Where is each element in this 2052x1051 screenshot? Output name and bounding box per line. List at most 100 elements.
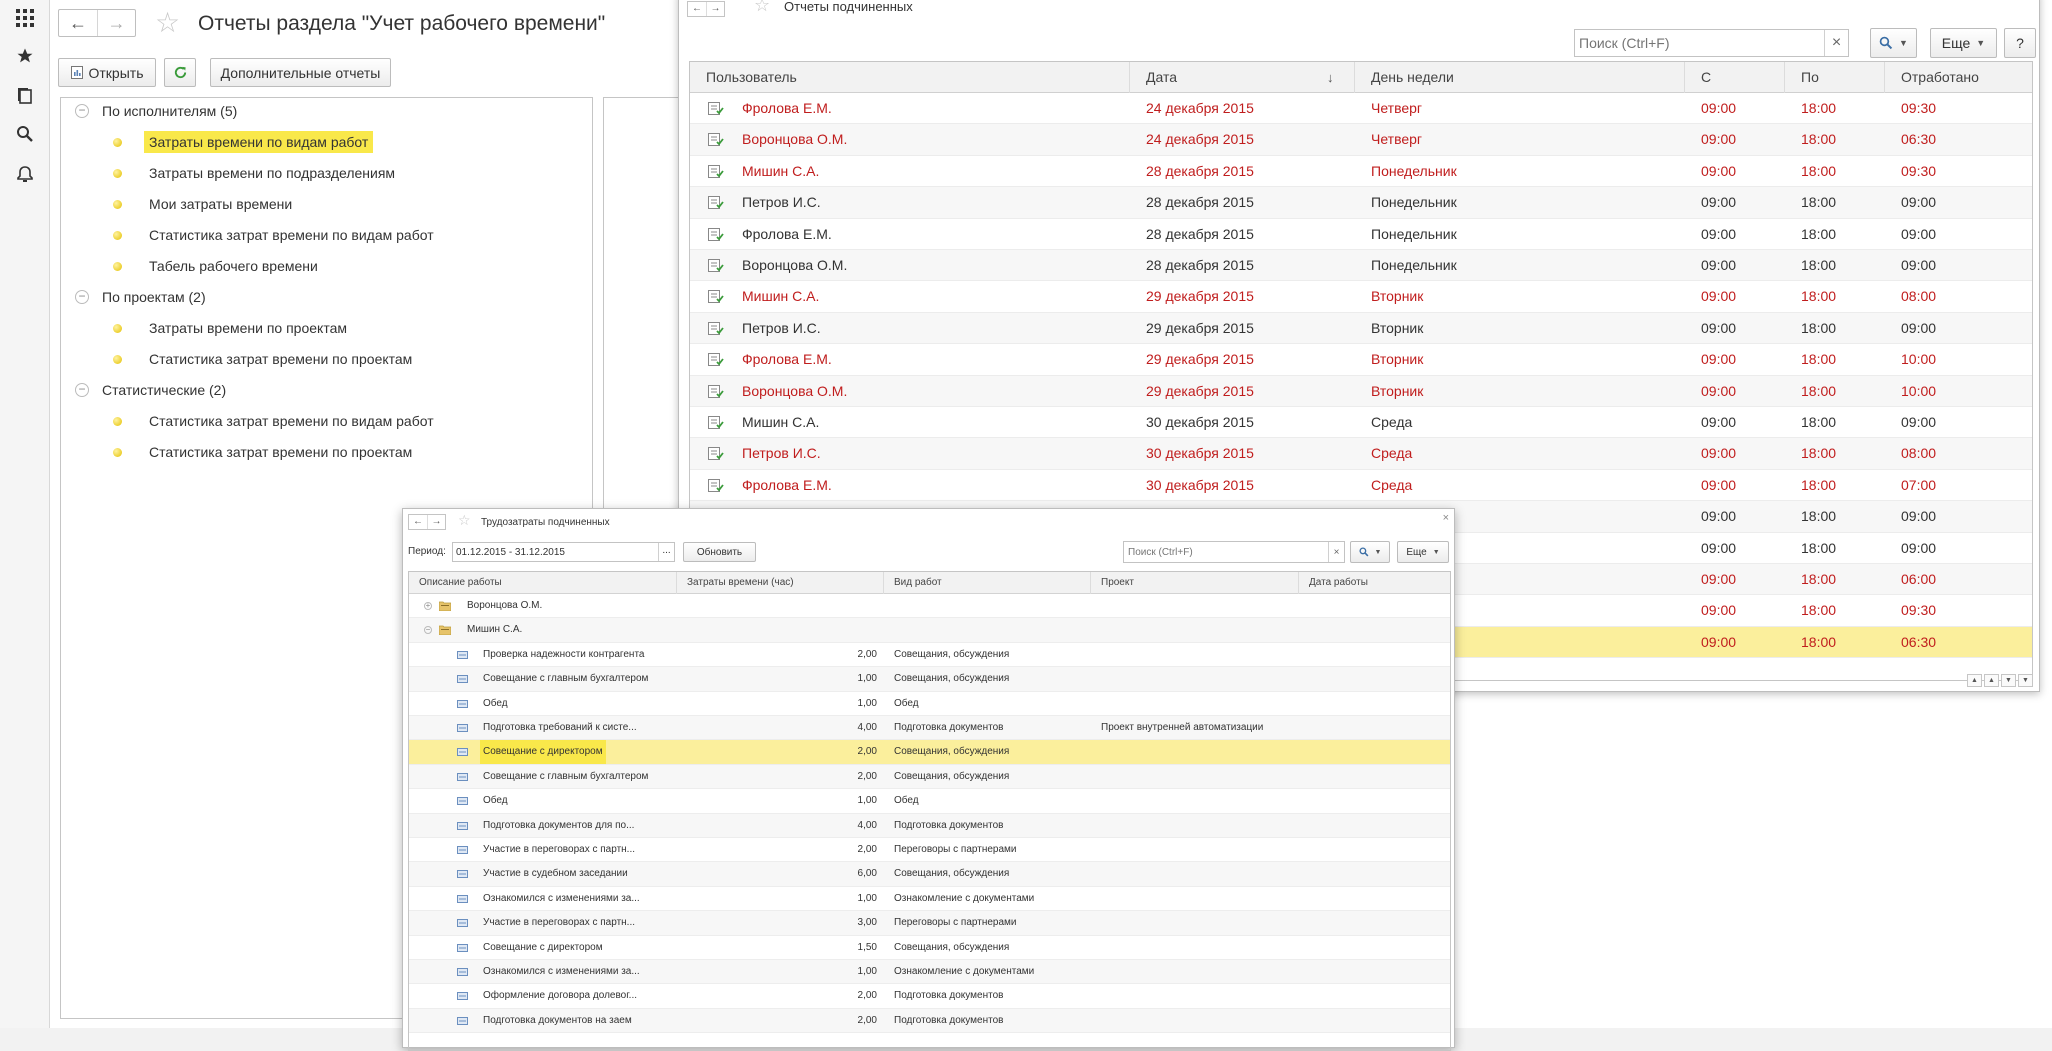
table-row[interactable]: Петров И.С. 29 декабря 2015 Вторник 09:00 18…: [690, 312, 2032, 345]
table-row[interactable]: Проверка надежности контрагента 2,00 Совещ…: [409, 643, 1450, 668]
additional-reports-button[interactable]: Дополнительные отчеты: [210, 58, 391, 87]
search-field[interactable]: ×: [1123, 541, 1345, 563]
search-button[interactable]: ▼: [1870, 28, 1917, 58]
column-header[interactable]: Пользователь: [690, 62, 1130, 93]
tree-item-label: Статистика затрат времени по видам работ: [149, 413, 434, 429]
table-row[interactable]: Участие в судебном заседании 6,00 Совещани…: [409, 862, 1450, 887]
sort-arrow-icon[interactable]: ↓: [1327, 62, 1334, 93]
table-row[interactable]: Участие в переговорах с партн... 3,00 Пере…: [409, 911, 1450, 936]
favorite-star-icon[interactable]: ☆: [458, 513, 471, 527]
collapse-icon[interactable]: −: [75, 104, 89, 118]
table-row[interactable]: Фролова Е.М. 29 декабря 2015 Вторник 09:00 1…: [690, 344, 2032, 376]
collapse-icon[interactable]: −: [75, 290, 89, 304]
scroll-top-icon[interactable]: ▲: [1967, 674, 1982, 687]
search-button[interactable]: ▼: [1350, 541, 1390, 563]
column-header[interactable]: День недели: [1355, 62, 1685, 93]
more-button[interactable]: Еще ▼: [1397, 541, 1449, 563]
column-header[interactable]: Проект: [1091, 572, 1299, 594]
search-field[interactable]: ×: [1574, 29, 1849, 57]
history-icon[interactable]: [13, 84, 37, 108]
tree-item[interactable]: Затраты времени по видам работ: [113, 129, 374, 155]
tree-group[interactable]: − По исполнителям (5): [75, 98, 242, 124]
table-row[interactable]: Мишин С.А. 28 декабря 2015 Понедельник 09:0…: [690, 156, 2032, 188]
table-row[interactable]: Подготовка документов для по... 4,00 Подго…: [409, 813, 1450, 838]
search-input[interactable]: [1124, 542, 1328, 562]
table-row[interactable]: Совещание с главным бухгалтером 2,00 Совещ…: [409, 764, 1450, 790]
column-header[interactable]: Вид работ: [884, 572, 1091, 594]
table-row[interactable]: Ознакомился с изменениями за... 1,00 Ознак…: [409, 887, 1450, 912]
forward-arrow-icon[interactable]: →: [97, 10, 135, 36]
apps-grid-icon[interactable]: [13, 6, 37, 30]
group-row[interactable]: − Мишин С.А.: [409, 618, 1450, 643]
table-row[interactable]: Петров И.С. 28 декабря 2015 Понедельник 09:…: [690, 187, 2032, 219]
clear-icon[interactable]: ×: [1824, 30, 1848, 56]
tree-group[interactable]: − Статистические (2): [75, 377, 231, 403]
column-header[interactable]: Описание работы: [409, 572, 677, 594]
table-row[interactable]: Совещание с главным бухгалтером 1,00 Совещ…: [409, 667, 1450, 692]
favorites-icon[interactable]: [13, 44, 37, 68]
table-row[interactable]: Подготовка требований к систе... 4,00 Подг…: [409, 716, 1450, 741]
table-row[interactable]: Участие в переговорах с партн... 2,00 Пере…: [409, 838, 1450, 863]
notifications-icon[interactable]: [13, 162, 37, 186]
help-button[interactable]: ?: [2004, 28, 2036, 58]
column-header[interactable]: С: [1685, 62, 1785, 93]
favorite-star-icon[interactable]: ☆: [155, 9, 180, 37]
cell-date: 28 декабря 2015: [1146, 194, 1254, 211]
period-select-button[interactable]: ...: [658, 543, 674, 561]
table-row[interactable]: Воронцова О.М. 29 декабря 2015 Вторник 09:0…: [690, 375, 2032, 407]
column-header[interactable]: Затраты времени (час): [677, 572, 884, 594]
table-row[interactable]: Обед 1,00 Обед: [409, 789, 1450, 814]
more-button[interactable]: Еще ▼: [1930, 28, 1997, 58]
tree-item[interactable]: Статистика затрат времени по проектам: [113, 346, 417, 372]
table-row[interactable]: Совещание с директором 2,00 Совещания, обс…: [409, 740, 1450, 765]
back-arrow-icon[interactable]: ←: [688, 2, 706, 16]
group-row[interactable]: + Воронцова О.М.: [409, 594, 1450, 619]
table-row[interactable]: Воронцова О.М. 28 декабря 2015 Понедельник…: [690, 250, 2032, 282]
tree-item[interactable]: Статистика затрат времени по видам работ: [113, 222, 439, 248]
table-row[interactable]: Мишин С.А. 30 декабря 2015 Среда 09:00 18:00…: [690, 407, 2032, 439]
tree-group[interactable]: − По проектам (2): [75, 284, 211, 310]
table-row[interactable]: Подготовка документов на заем 2,00 Подгото…: [409, 1008, 1450, 1034]
table-row[interactable]: Воронцова О.М. 24 декабря 2015 Четверг 09:0…: [690, 124, 2032, 156]
tree-item[interactable]: Табель рабочего времени: [113, 253, 323, 279]
column-header[interactable]: Дата: [1130, 62, 1355, 93]
clear-icon[interactable]: ×: [1328, 542, 1344, 562]
back-arrow-icon[interactable]: ←: [59, 10, 97, 36]
search-input[interactable]: [1575, 30, 1824, 56]
search-icon[interactable]: [13, 122, 37, 146]
column-header[interactable]: По: [1785, 62, 1885, 93]
expand-icon[interactable]: +: [424, 602, 432, 610]
table-row[interactable]: Совещание с директором 1,50 Совещания, обс…: [409, 936, 1450, 960]
table-row[interactable]: Петров И.С. 30 декабря 2015 Среда 09:00 18:0…: [690, 438, 2032, 470]
collapse-icon[interactable]: −: [75, 383, 89, 397]
table-row[interactable]: Фролова Е.М. 24 декабря 2015 Четверг 09:00 1…: [690, 93, 2032, 125]
table-row[interactable]: Ознакомился с изменениями за... 1,00 Ознак…: [409, 960, 1450, 985]
scroll-down-icon[interactable]: ▼: [2001, 674, 2016, 687]
table-row[interactable]: Оформление договора долевог... 2,00 Подгот…: [409, 984, 1450, 1009]
scroll-up-icon[interactable]: ▲: [1984, 674, 1999, 687]
collapse-icon[interactable]: −: [424, 626, 432, 635]
column-header[interactable]: Дата работы: [1299, 572, 1450, 594]
column-header[interactable]: Отработано: [1885, 62, 2032, 93]
table-row[interactable]: Обед 1,00 Обед: [409, 692, 1450, 716]
table-row[interactable]: Фролова Е.М. 28 декабря 2015 Понедельник 09…: [690, 219, 2032, 250]
close-icon[interactable]: ×: [1443, 512, 1449, 524]
tree-item[interactable]: Затраты времени по проектам: [113, 315, 352, 341]
open-button[interactable]: Открыть: [58, 58, 156, 87]
tree-item[interactable]: Затраты времени по подразделениям: [113, 160, 400, 186]
cell-from: 09:00: [1701, 602, 1737, 619]
favorite-star-icon[interactable]: ☆: [754, 0, 770, 14]
record-icon: [457, 943, 468, 952]
forward-arrow-icon[interactable]: →: [427, 515, 445, 529]
tree-item[interactable]: Мои затраты времени: [113, 191, 297, 217]
period-field[interactable]: 01.12.2015 - 31.12.2015 ...: [452, 542, 675, 562]
table-row[interactable]: Фролова Е.М. 30 декабря 2015 Среда 09:00 18:…: [690, 470, 2032, 502]
back-arrow-icon[interactable]: ←: [409, 515, 427, 529]
tree-item[interactable]: Статистика затрат времени по проектам: [113, 439, 417, 465]
forward-arrow-icon[interactable]: →: [706, 2, 724, 16]
table-row[interactable]: Мишин С.А. 29 декабря 2015 Вторник 09:00 18:…: [690, 281, 2032, 313]
tree-item[interactable]: Статистика затрат времени по видам работ: [113, 408, 439, 434]
scroll-bottom-icon[interactable]: ▼: [2018, 674, 2033, 687]
refresh-button[interactable]: Обновить: [683, 542, 756, 562]
refresh-button[interactable]: [164, 58, 196, 87]
